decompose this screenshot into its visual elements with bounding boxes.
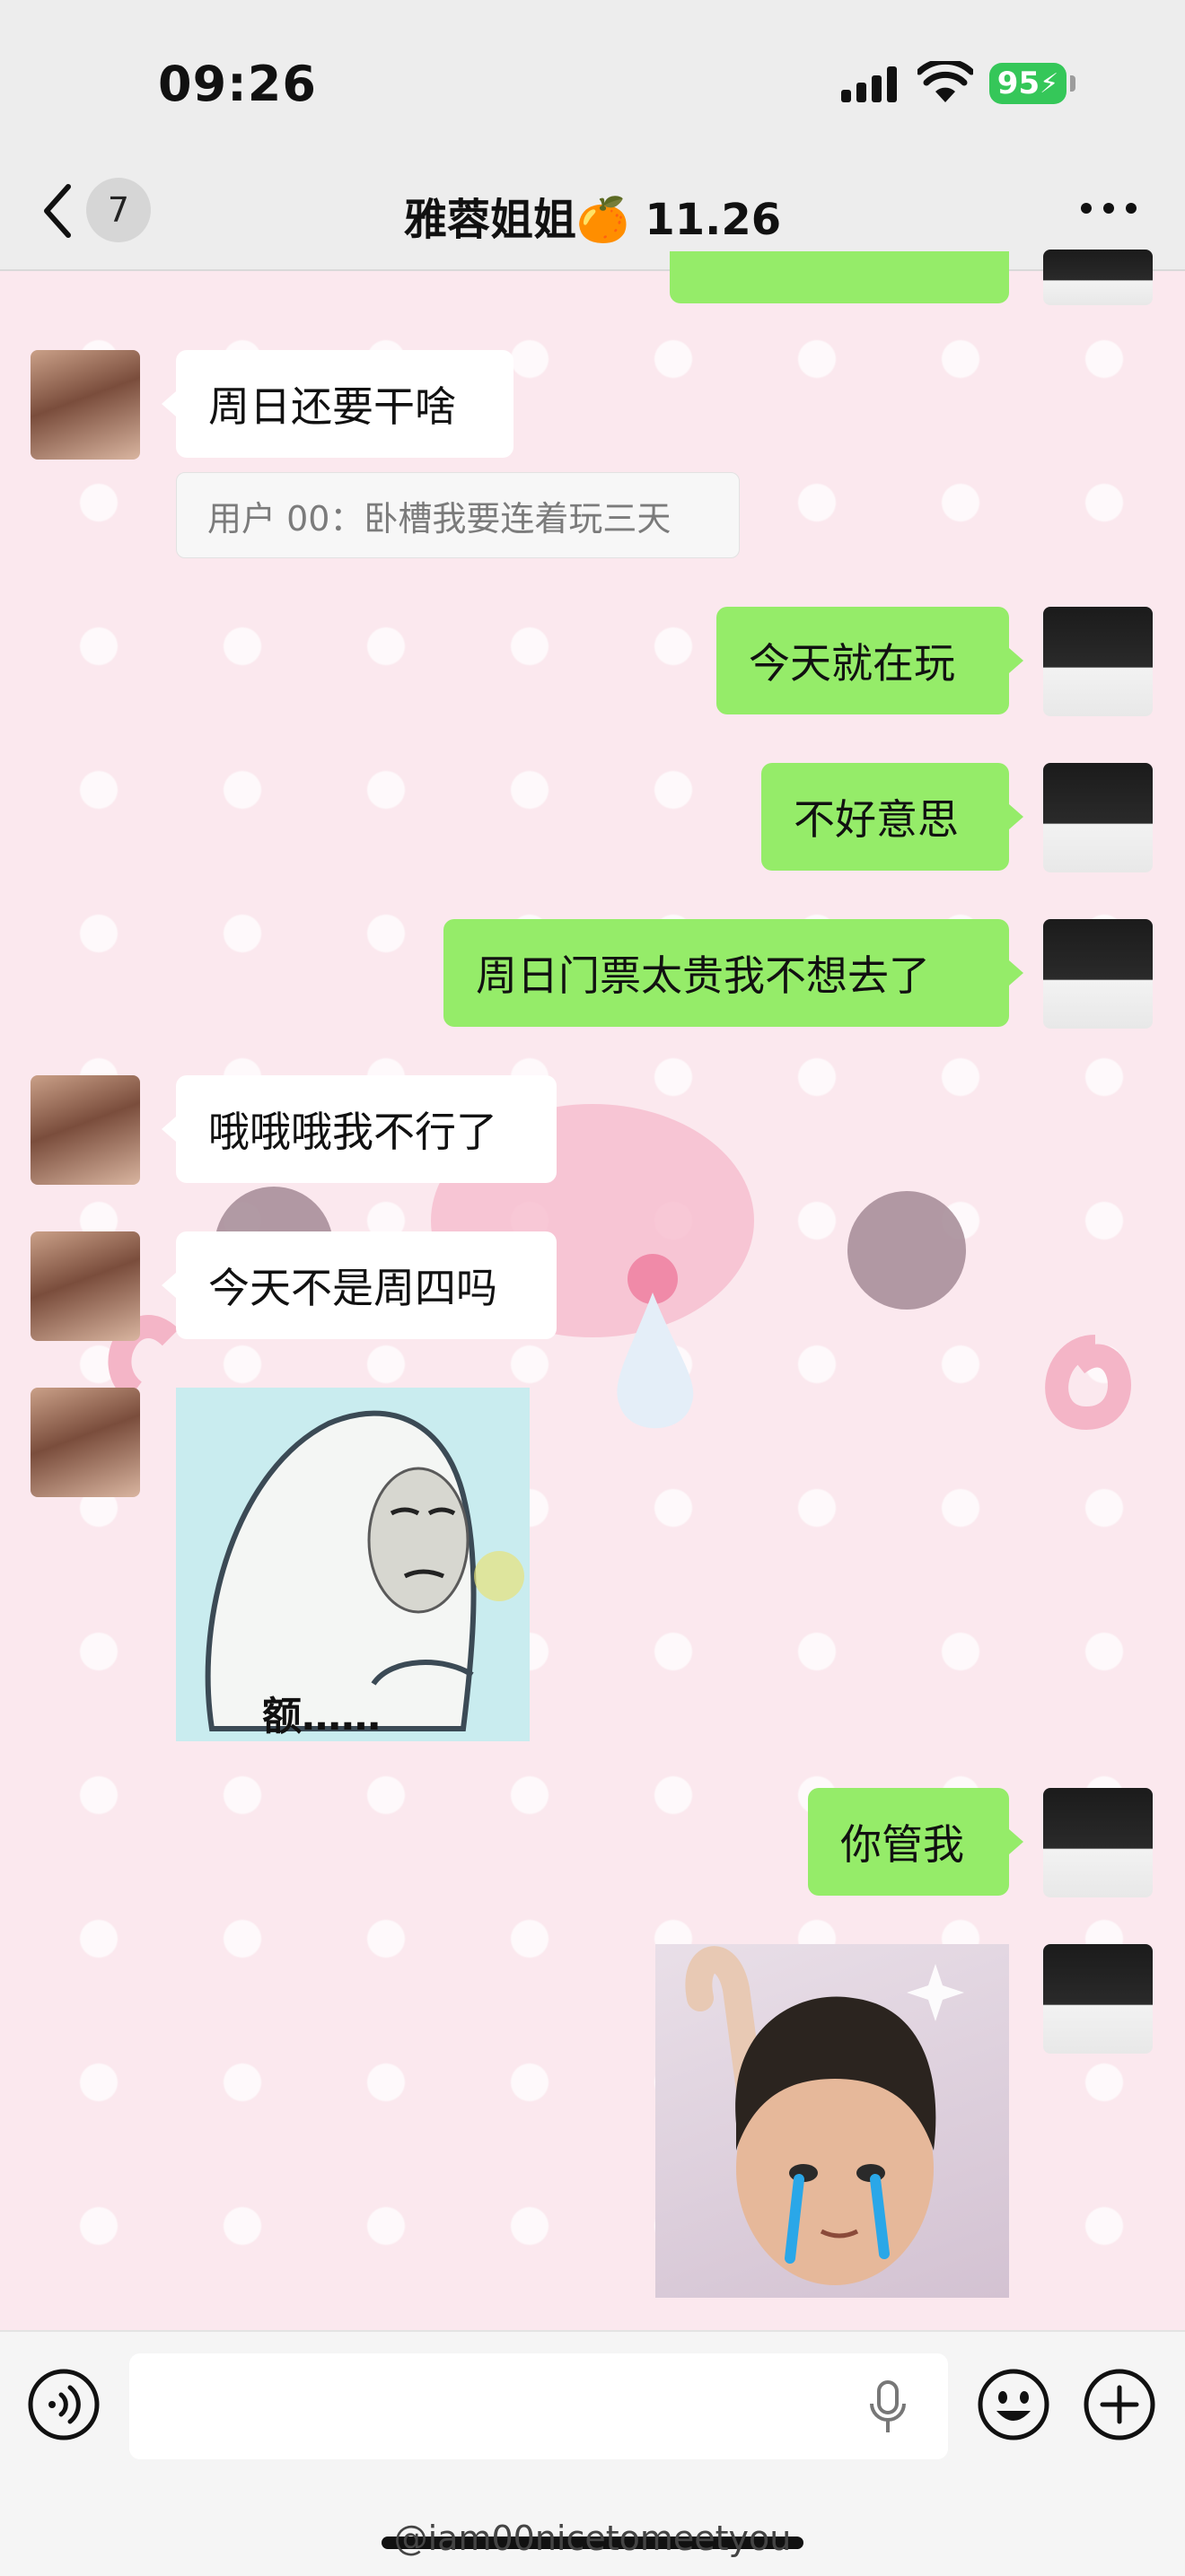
contact-avatar[interactable] — [31, 1075, 140, 1185]
my-avatar[interactable] — [1043, 1944, 1153, 2054]
bubble-tail — [1009, 804, 1023, 829]
sticker-image[interactable]: 额…… — [176, 1388, 530, 1741]
bubble-tail — [1009, 648, 1023, 673]
microphone-icon[interactable] — [867, 2379, 908, 2436]
message-bubble[interactable]: 周日门票太贵我不想去了 — [443, 919, 1009, 1027]
contact-avatar[interactable] — [31, 1388, 140, 1497]
battery-level: 95 — [996, 66, 1040, 101]
emoji-icon[interactable] — [977, 2368, 1050, 2441]
my-avatar[interactable] — [1043, 607, 1153, 716]
my-avatar[interactable] — [1043, 250, 1153, 305]
sticker-caption: 额…… — [262, 1694, 381, 1739]
contact-avatar[interactable] — [31, 350, 140, 460]
watermark: @iam00nicetomeetyou — [393, 2519, 792, 2558]
message-bubble[interactable]: 今天不是周四吗 — [176, 1231, 557, 1339]
my-avatar[interactable] — [1043, 763, 1153, 872]
cellular-signal-icon — [841, 66, 897, 102]
more-functions-plus-icon[interactable] — [1083, 2368, 1156, 2441]
message-bubble[interactable]: 你管我 — [808, 1788, 1009, 1896]
status-bar: 09:26 95 ⚡ — [0, 0, 1185, 162]
voice-input-icon[interactable] — [27, 2368, 101, 2441]
message-bubble[interactable]: 不好意思 — [761, 763, 1009, 871]
contact-avatar[interactable] — [31, 1231, 140, 1341]
crying-kid-sticker — [685, 1946, 964, 2285]
charging-bolt-icon: ⚡ — [1040, 67, 1059, 100]
wifi-icon — [917, 61, 973, 102]
message-input[interactable] — [129, 2353, 948, 2459]
my-avatar[interactable] — [1043, 919, 1153, 1029]
quoted-reply[interactable]: 用户 00：卧槽我要连着玩三天 — [176, 472, 740, 558]
more-options-icon[interactable] — [1077, 199, 1140, 217]
bubble-tail — [162, 391, 176, 416]
message-bubble-partial — [670, 251, 1009, 303]
message-bubble[interactable]: 今天就在玩 — [716, 607, 1009, 714]
message-bubble[interactable]: 周日还要干啥 — [176, 350, 514, 458]
chat-title: 雅蓉姐姐🍊 11.26 — [403, 195, 782, 245]
bubble-tail — [1009, 960, 1023, 986]
status-time: 09:26 — [158, 56, 317, 112]
bubble-tail — [162, 1273, 176, 1298]
bubble-tail — [1009, 1829, 1023, 1854]
sticker-image[interactable] — [655, 1944, 1009, 2298]
message-bubble[interactable]: 哦哦哦我不行了 — [176, 1075, 557, 1183]
bubble-tail — [162, 1117, 176, 1142]
battery-indicator: 95 ⚡ — [989, 63, 1066, 104]
battery-tip — [1070, 75, 1075, 92]
my-avatar[interactable] — [1043, 1788, 1153, 1897]
